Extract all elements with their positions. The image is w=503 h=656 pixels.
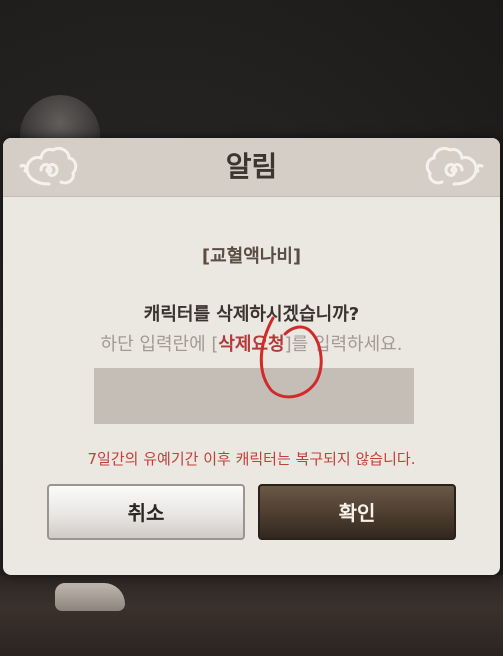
- input-instruction: 하단 입력란에 [삭제요청]를 입력하세요.: [3, 330, 500, 356]
- background-character-shoe: [55, 583, 125, 611]
- cancel-button[interactable]: 취소: [47, 484, 245, 540]
- delete-character-dialog: 알림 [교혈액나비] 캐릭터를 삭제하시겠습니까? 하단 입력란에 [삭제요청]…: [3, 138, 500, 575]
- grace-period-warning: 7일간의 유예기간 이후 캐릭터는 복구되지 않습니다.: [87, 450, 416, 468]
- character-name: [교혈액나비]: [201, 246, 302, 267]
- instruction-prefix: 하단 입력란에 [: [100, 334, 219, 355]
- confirm-button[interactable]: 확인: [258, 484, 456, 540]
- dialog-header: 알림: [3, 138, 500, 197]
- delete-question: 캐릭터를 삭제하시겠습니까?: [143, 304, 360, 325]
- instruction-suffix: ]를 입력하세요.: [284, 334, 403, 355]
- cloud-ornament-icon: [425, 146, 484, 186]
- instruction-keyword: 삭제요청: [218, 334, 285, 355]
- delete-confirm-input[interactable]: [94, 368, 414, 424]
